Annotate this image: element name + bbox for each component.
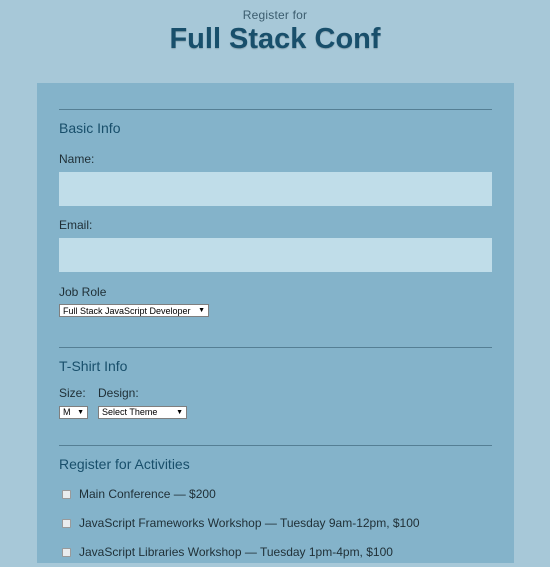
email-field[interactable]	[59, 238, 492, 272]
registration-form: Basic Info Name: Email: Job Role Full St…	[37, 83, 514, 563]
job-role-label: Job Role	[59, 285, 107, 299]
size-selected: M	[63, 407, 71, 417]
activities-list: Main Conference — $200 JavaScript Framew…	[59, 480, 492, 567]
page-header: Register for Full Stack Conf	[0, 0, 550, 82]
checkbox[interactable]	[62, 547, 71, 557]
activity-item-js-libraries[interactable]: JavaScript Libraries Workshop — Tuesday …	[59, 538, 492, 567]
size-select[interactable]: M ▼	[59, 405, 88, 419]
activity-label: JavaScript Libraries Workshop — Tuesday …	[79, 545, 393, 559]
email-label: Email:	[59, 218, 93, 232]
activity-item-js-frameworks[interactable]: JavaScript Frameworks Workshop — Tuesday…	[59, 509, 492, 538]
section-divider	[59, 346, 492, 348]
section-divider	[59, 109, 492, 110]
design-selected: Select Theme	[102, 407, 158, 417]
checkbox[interactable]	[62, 518, 71, 528]
size-group: Size: M ▼	[59, 386, 88, 419]
job-role-select[interactable]: Full Stack JavaScript Developer ▼	[59, 304, 209, 317]
job-role-selected: Full Stack JavaScript Developer	[63, 305, 191, 316]
tshirt-options: Size: M ▼ Design: Select Theme ▼	[59, 386, 492, 419]
design-group: Design: Select Theme ▼	[98, 386, 187, 419]
section-divider	[59, 444, 492, 446]
design-select[interactable]: Select Theme ▼	[98, 405, 187, 419]
page-pre-title: Register for	[242, 8, 308, 22]
chevron-down-icon: ▼	[77, 408, 84, 416]
activity-item-main-conference[interactable]: Main Conference — $200	[59, 480, 492, 509]
tshirt-info-legend: T-Shirt Info	[59, 357, 128, 374]
design-label: Design:	[98, 385, 139, 400]
size-label: Size:	[59, 385, 86, 400]
name-label: Name:	[59, 152, 95, 166]
name-field[interactable]	[59, 172, 492, 206]
chevron-down-icon: ▼	[176, 408, 183, 416]
activity-label: Main Conference — $200	[79, 487, 216, 501]
page-title: Full Stack Conf	[169, 23, 381, 55]
activities-legend: Register for Activities	[59, 455, 190, 472]
basic-info-legend: Basic Info	[59, 120, 121, 136]
chevron-down-icon: ▼	[198, 307, 205, 314]
checkbox[interactable]	[62, 489, 71, 499]
activity-label: JavaScript Frameworks Workshop — Tuesday…	[79, 516, 420, 530]
